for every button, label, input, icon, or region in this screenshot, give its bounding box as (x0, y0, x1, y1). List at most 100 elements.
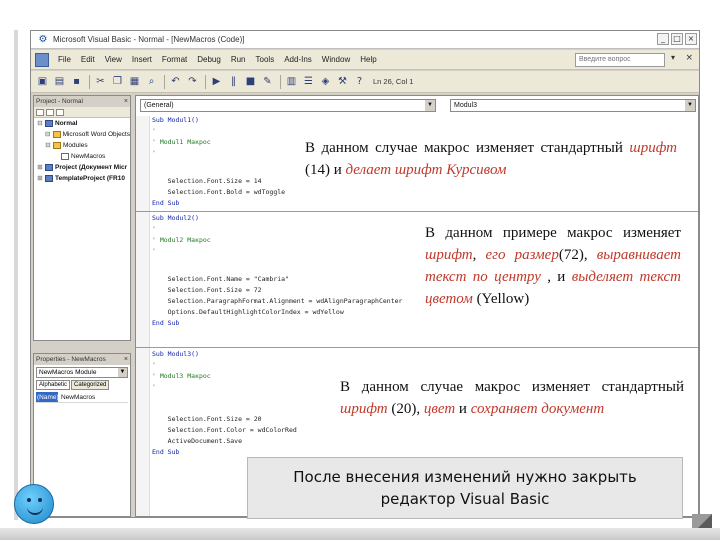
collapse-icon[interactable]: ⊟ (36, 118, 44, 129)
tree-item[interactable]: ⊟ Microsoft Word Objects (34, 129, 130, 140)
close-button[interactable]: × (685, 33, 697, 45)
toolbox-icon[interactable]: ⚒ (335, 74, 350, 89)
run-icon[interactable]: ▶ (209, 74, 224, 89)
menu-help[interactable]: Help (355, 55, 381, 64)
expand-icon[interactable]: ⊞ (36, 162, 44, 173)
annotation-text: и (455, 401, 471, 417)
code-line[interactable]: Selection.Font.Color = wdColorRed (152, 426, 297, 434)
help-question-input[interactable]: Введите вопрос (575, 53, 665, 67)
property-value[interactable]: NewMacros (58, 392, 95, 402)
project-explorer-icon[interactable]: ▥ (284, 74, 299, 89)
collapse-icon[interactable]: ⊟ (44, 140, 52, 151)
menu-bar: File Edit View Insert Format Debug Run T… (31, 50, 699, 70)
properties-icon[interactable]: ☰ (301, 74, 316, 89)
instruction-note: После внесения изменений нужно закрыть р… (247, 457, 683, 519)
object-browser-icon[interactable]: ◈ (318, 74, 333, 89)
undo-icon[interactable]: ↶ (168, 74, 183, 89)
toggle-folders-icon[interactable] (56, 108, 64, 116)
procedure-separator (136, 211, 698, 212)
vb-app-icon: ⚙ (38, 34, 48, 45)
code-line[interactable]: Selection.Font.Name = "Cambria" (152, 275, 289, 283)
code-line[interactable]: Sub Modul2() (152, 214, 199, 222)
view-object-icon[interactable] (46, 108, 54, 116)
chevron-down-icon[interactable]: ▼ (118, 368, 127, 377)
property-row[interactable]: (Name) NewMacros (36, 392, 128, 403)
design-mode-icon[interactable]: ✎ (260, 74, 275, 89)
chevron-down-icon[interactable]: ▼ (425, 100, 435, 111)
code-line[interactable]: ' (152, 383, 156, 391)
code-line[interactable]: ' Modul2 Макрос (152, 236, 211, 244)
code-line[interactable]: ' (152, 361, 156, 369)
code-line[interactable]: End Sub (152, 199, 179, 207)
annotation-macro2: В данном примере макрос изменяет шрифт , … (425, 222, 681, 334)
redo-icon[interactable]: ↷ (185, 74, 200, 89)
code-line[interactable]: End Sub (152, 319, 179, 327)
code-line[interactable]: End Sub (152, 448, 179, 456)
reset-icon[interactable]: ■ (243, 74, 258, 89)
copy-icon[interactable]: ❐ (110, 74, 125, 89)
maximize-button[interactable]: □ (671, 33, 683, 45)
view-word-icon[interactable]: ▣ (35, 74, 50, 89)
menu-format[interactable]: Format (157, 55, 192, 64)
code-line[interactable]: Selection.Font.Size = 14 (152, 177, 262, 185)
menu-window[interactable]: Window (317, 55, 355, 64)
chevron-down-icon[interactable]: ▼ (685, 100, 695, 111)
code-line[interactable]: Sub Modul3() (152, 350, 199, 358)
code-line[interactable]: Options.DefaultHighlightColorIndex = wdY… (152, 308, 344, 316)
code-line[interactable]: Selection.Font.Size = 20 (152, 415, 262, 423)
code-line[interactable]: ActiveDocument.Save (152, 437, 242, 445)
annotation-highlight: шрифт (629, 140, 677, 156)
code-line[interactable]: Sub Modul1() (152, 116, 199, 124)
code-line[interactable]: ' (152, 149, 156, 157)
help-icon[interactable]: ? (352, 74, 367, 89)
collapse-icon[interactable]: ⊟ (44, 129, 52, 140)
code-line[interactable]: Selection.Font.Bold = wdToggle (152, 188, 285, 196)
expand-icon[interactable]: ⊞ (36, 173, 44, 184)
help-dropdown-icon[interactable]: ▾ (671, 53, 675, 62)
paste-icon[interactable]: ▦ (127, 74, 142, 89)
word-view-icon[interactable] (35, 52, 49, 67)
code-line[interactable]: ' Modul1 Макрос (152, 138, 211, 146)
tab-alphabetic[interactable]: Alphabetic (36, 380, 71, 390)
menu-tools[interactable]: Tools (251, 55, 280, 64)
menu-edit[interactable]: Edit (76, 55, 100, 64)
annotation-text: (20), (387, 401, 424, 417)
view-code-icon[interactable] (36, 108, 44, 116)
code-line[interactable]: ' (152, 247, 156, 255)
object-combo[interactable]: (General) ▼ (140, 99, 436, 112)
tree-item[interactable]: ⊟ Modules (34, 140, 130, 151)
code-line[interactable]: ' Modul3 Макрос (152, 372, 211, 380)
find-icon[interactable]: ⌕ (144, 74, 159, 89)
menu-debug[interactable]: Debug (192, 55, 226, 64)
save-icon[interactable]: ▪ (69, 74, 84, 89)
tree-item[interactable]: ⊞ TemplateProject (FR10 (34, 173, 130, 184)
close-icon[interactable]: × (124, 96, 128, 107)
object-select[interactable]: NewMacros Module ▼ (36, 367, 128, 378)
menu-file[interactable]: File (53, 55, 76, 64)
annotation-text: В данном примере макрос изменяет (425, 225, 681, 241)
annotation-text: (Yellow) (472, 291, 530, 307)
tab-categorized[interactable]: Categorized (71, 380, 110, 390)
annotation-highlight: делает шрифт Курсивом (345, 162, 507, 178)
tree-item[interactable]: NewMacros (34, 151, 130, 162)
vba-project-icon (45, 164, 53, 171)
procedure-combo[interactable]: Modul3 ▼ (450, 99, 696, 112)
code-line[interactable]: ' (152, 127, 156, 135)
code-line[interactable]: ' (152, 225, 156, 233)
minimize-button[interactable]: _ (657, 33, 669, 45)
note-line-2: редактор Visual Basic (380, 490, 550, 508)
insert-module-icon[interactable]: ▤ (52, 74, 67, 89)
tree-item[interactable]: ⊟ Normal (34, 118, 130, 129)
code-line[interactable]: Selection.ParagraphFormat.Alignment = wd… (152, 297, 403, 305)
menu-insert[interactable]: Insert (127, 55, 157, 64)
code-window-close-button[interactable]: × (685, 53, 693, 63)
menu-run[interactable]: Run (226, 55, 251, 64)
code-line[interactable]: Selection.Font.Size = 72 (152, 286, 262, 294)
menu-add-ins[interactable]: Add-Ins (279, 55, 317, 64)
annotation-highlight: шрифт (340, 401, 388, 417)
break-icon[interactable]: ‖ (226, 74, 241, 89)
menu-view[interactable]: View (100, 55, 127, 64)
close-icon[interactable]: × (124, 354, 128, 365)
cut-icon[interactable]: ✂ (93, 74, 108, 89)
tree-item[interactable]: ⊞ Project (Документ Micr (34, 162, 130, 173)
